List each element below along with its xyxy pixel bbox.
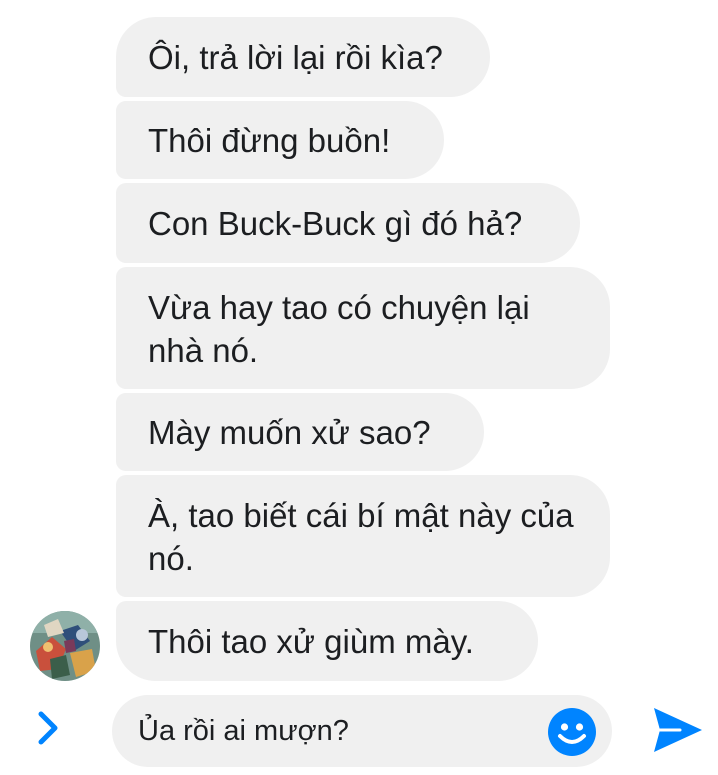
emoji-button[interactable] [548, 708, 596, 756]
message-bubble[interactable]: Mày muốn xử sao? [116, 393, 484, 471]
avatar[interactable] [30, 611, 100, 681]
message-bubble[interactable]: Thôi đừng buồn! [116, 101, 444, 179]
composer-bar: Ủa rồi ai mượn? [0, 690, 718, 775]
chevron-right-icon [38, 711, 58, 745]
avatar-image [30, 611, 100, 681]
message-input-value: Ủa rồi ai mượn? [138, 715, 349, 747]
message-thread: Ôi, trả lời lại rồi kìa? Thôi đừng buồn!… [0, 0, 718, 690]
message-bubble[interactable]: Vừa hay tao có chuyện lại nhà nó. [116, 267, 610, 389]
message-bubble[interactable]: Con Buck-Buck gì đó hả? [116, 183, 580, 263]
message-bubble[interactable]: À, tao biết cái bí mật này của nó. [116, 475, 610, 597]
send-arrow-icon [654, 708, 702, 752]
smiley-icon [548, 708, 596, 756]
expand-actions-button[interactable] [28, 708, 68, 748]
message-bubble[interactable]: Ôi, trả lời lại rồi kìa? [116, 17, 490, 97]
message-input[interactable]: Ủa rồi ai mượn? [112, 695, 612, 767]
send-button[interactable] [650, 702, 706, 758]
message-bubble[interactable]: Thôi tao xử giùm mày. [116, 601, 538, 681]
